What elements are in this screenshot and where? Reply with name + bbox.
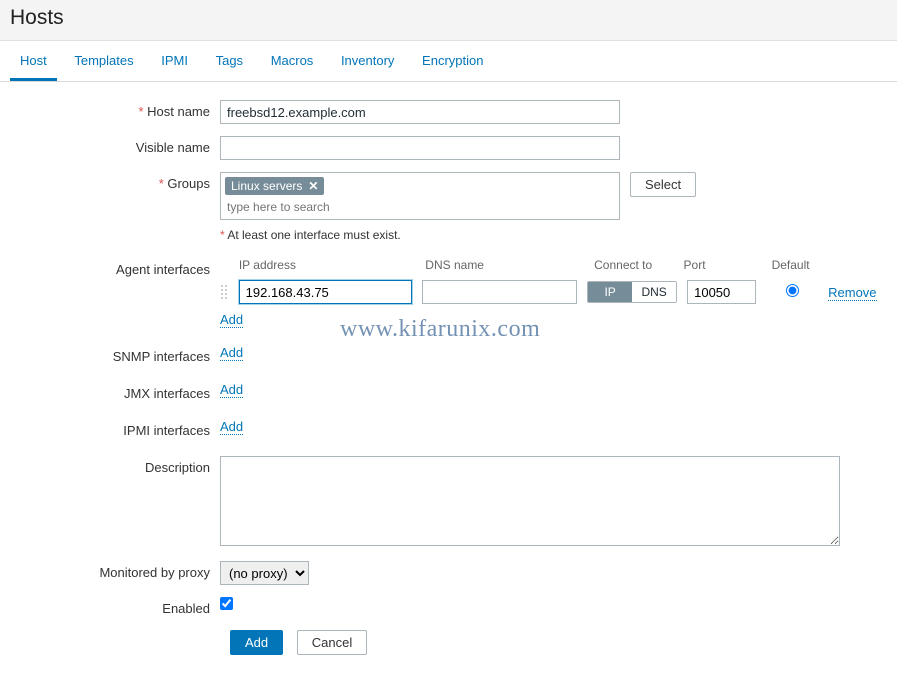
page-title: Hosts: [10, 6, 887, 30]
tab-ipmi[interactable]: IPMI: [151, 41, 198, 81]
tab-host[interactable]: Host: [10, 41, 57, 81]
label-agent-interfaces: Agent interfaces: [10, 258, 220, 277]
label-monitored-by-proxy: Monitored by proxy: [10, 561, 220, 580]
proxy-select[interactable]: (no proxy): [220, 561, 309, 585]
connect-to-toggle: IP DNS: [587, 281, 677, 303]
iface-header-ip: IP address: [239, 258, 415, 272]
group-tag-label: Linux servers: [231, 179, 302, 193]
label-snmp-interfaces: SNMP interfaces: [10, 345, 220, 364]
visible-name-input[interactable]: [220, 136, 620, 160]
jmx-add-link[interactable]: Add: [220, 382, 243, 398]
description-textarea[interactable]: [220, 456, 840, 546]
iface-header-connect: Connect to: [594, 258, 673, 272]
label-description: Description: [10, 456, 220, 475]
label-jmx-interfaces: JMX interfaces: [10, 382, 220, 401]
groups-search-input[interactable]: [223, 197, 473, 217]
tabs: Host Templates IPMI Tags Macros Inventor…: [0, 41, 897, 82]
label-host-name: Host name: [10, 100, 220, 119]
host-name-input[interactable]: [220, 100, 620, 124]
agent-port-input[interactable]: [687, 280, 756, 304]
agent-dns-input[interactable]: [422, 280, 578, 304]
group-tag: Linux servers ✕: [225, 177, 324, 195]
iface-header-dns: DNS name: [425, 258, 584, 272]
enabled-checkbox[interactable]: [220, 597, 233, 610]
group-tag-remove-icon[interactable]: ✕: [308, 179, 318, 193]
tab-templates[interactable]: Templates: [64, 41, 143, 81]
tab-inventory[interactable]: Inventory: [331, 41, 404, 81]
agent-default-radio[interactable]: [786, 284, 799, 297]
groups-select-button[interactable]: Select: [630, 172, 696, 197]
label-visible-name: Visible name: [10, 136, 220, 155]
connect-to-dns[interactable]: DNS: [632, 282, 676, 302]
label-groups: Groups: [10, 172, 220, 191]
interface-hint: * At least one interface must exist.: [220, 228, 880, 242]
drag-handle-icon[interactable]: [220, 284, 228, 300]
iface-header-default: Default: [764, 258, 817, 272]
agent-remove-link[interactable]: Remove: [828, 285, 876, 301]
groups-multiselect[interactable]: Linux servers ✕: [220, 172, 620, 220]
label-enabled: Enabled: [10, 597, 220, 616]
agent-ip-input[interactable]: [239, 280, 412, 304]
ipmi-add-link[interactable]: Add: [220, 419, 243, 435]
agent-add-link[interactable]: Add: [220, 312, 243, 328]
label-ipmi-interfaces: IPMI interfaces: [10, 419, 220, 438]
connect-to-ip[interactable]: IP: [588, 282, 632, 302]
agent-interface-row: IP DNS Remove: [220, 280, 880, 304]
tab-macros[interactable]: Macros: [261, 41, 324, 81]
tab-encryption[interactable]: Encryption: [412, 41, 493, 81]
snmp-add-link[interactable]: Add: [220, 345, 243, 361]
tab-tags[interactable]: Tags: [206, 41, 253, 81]
iface-header-port: Port: [684, 258, 755, 272]
